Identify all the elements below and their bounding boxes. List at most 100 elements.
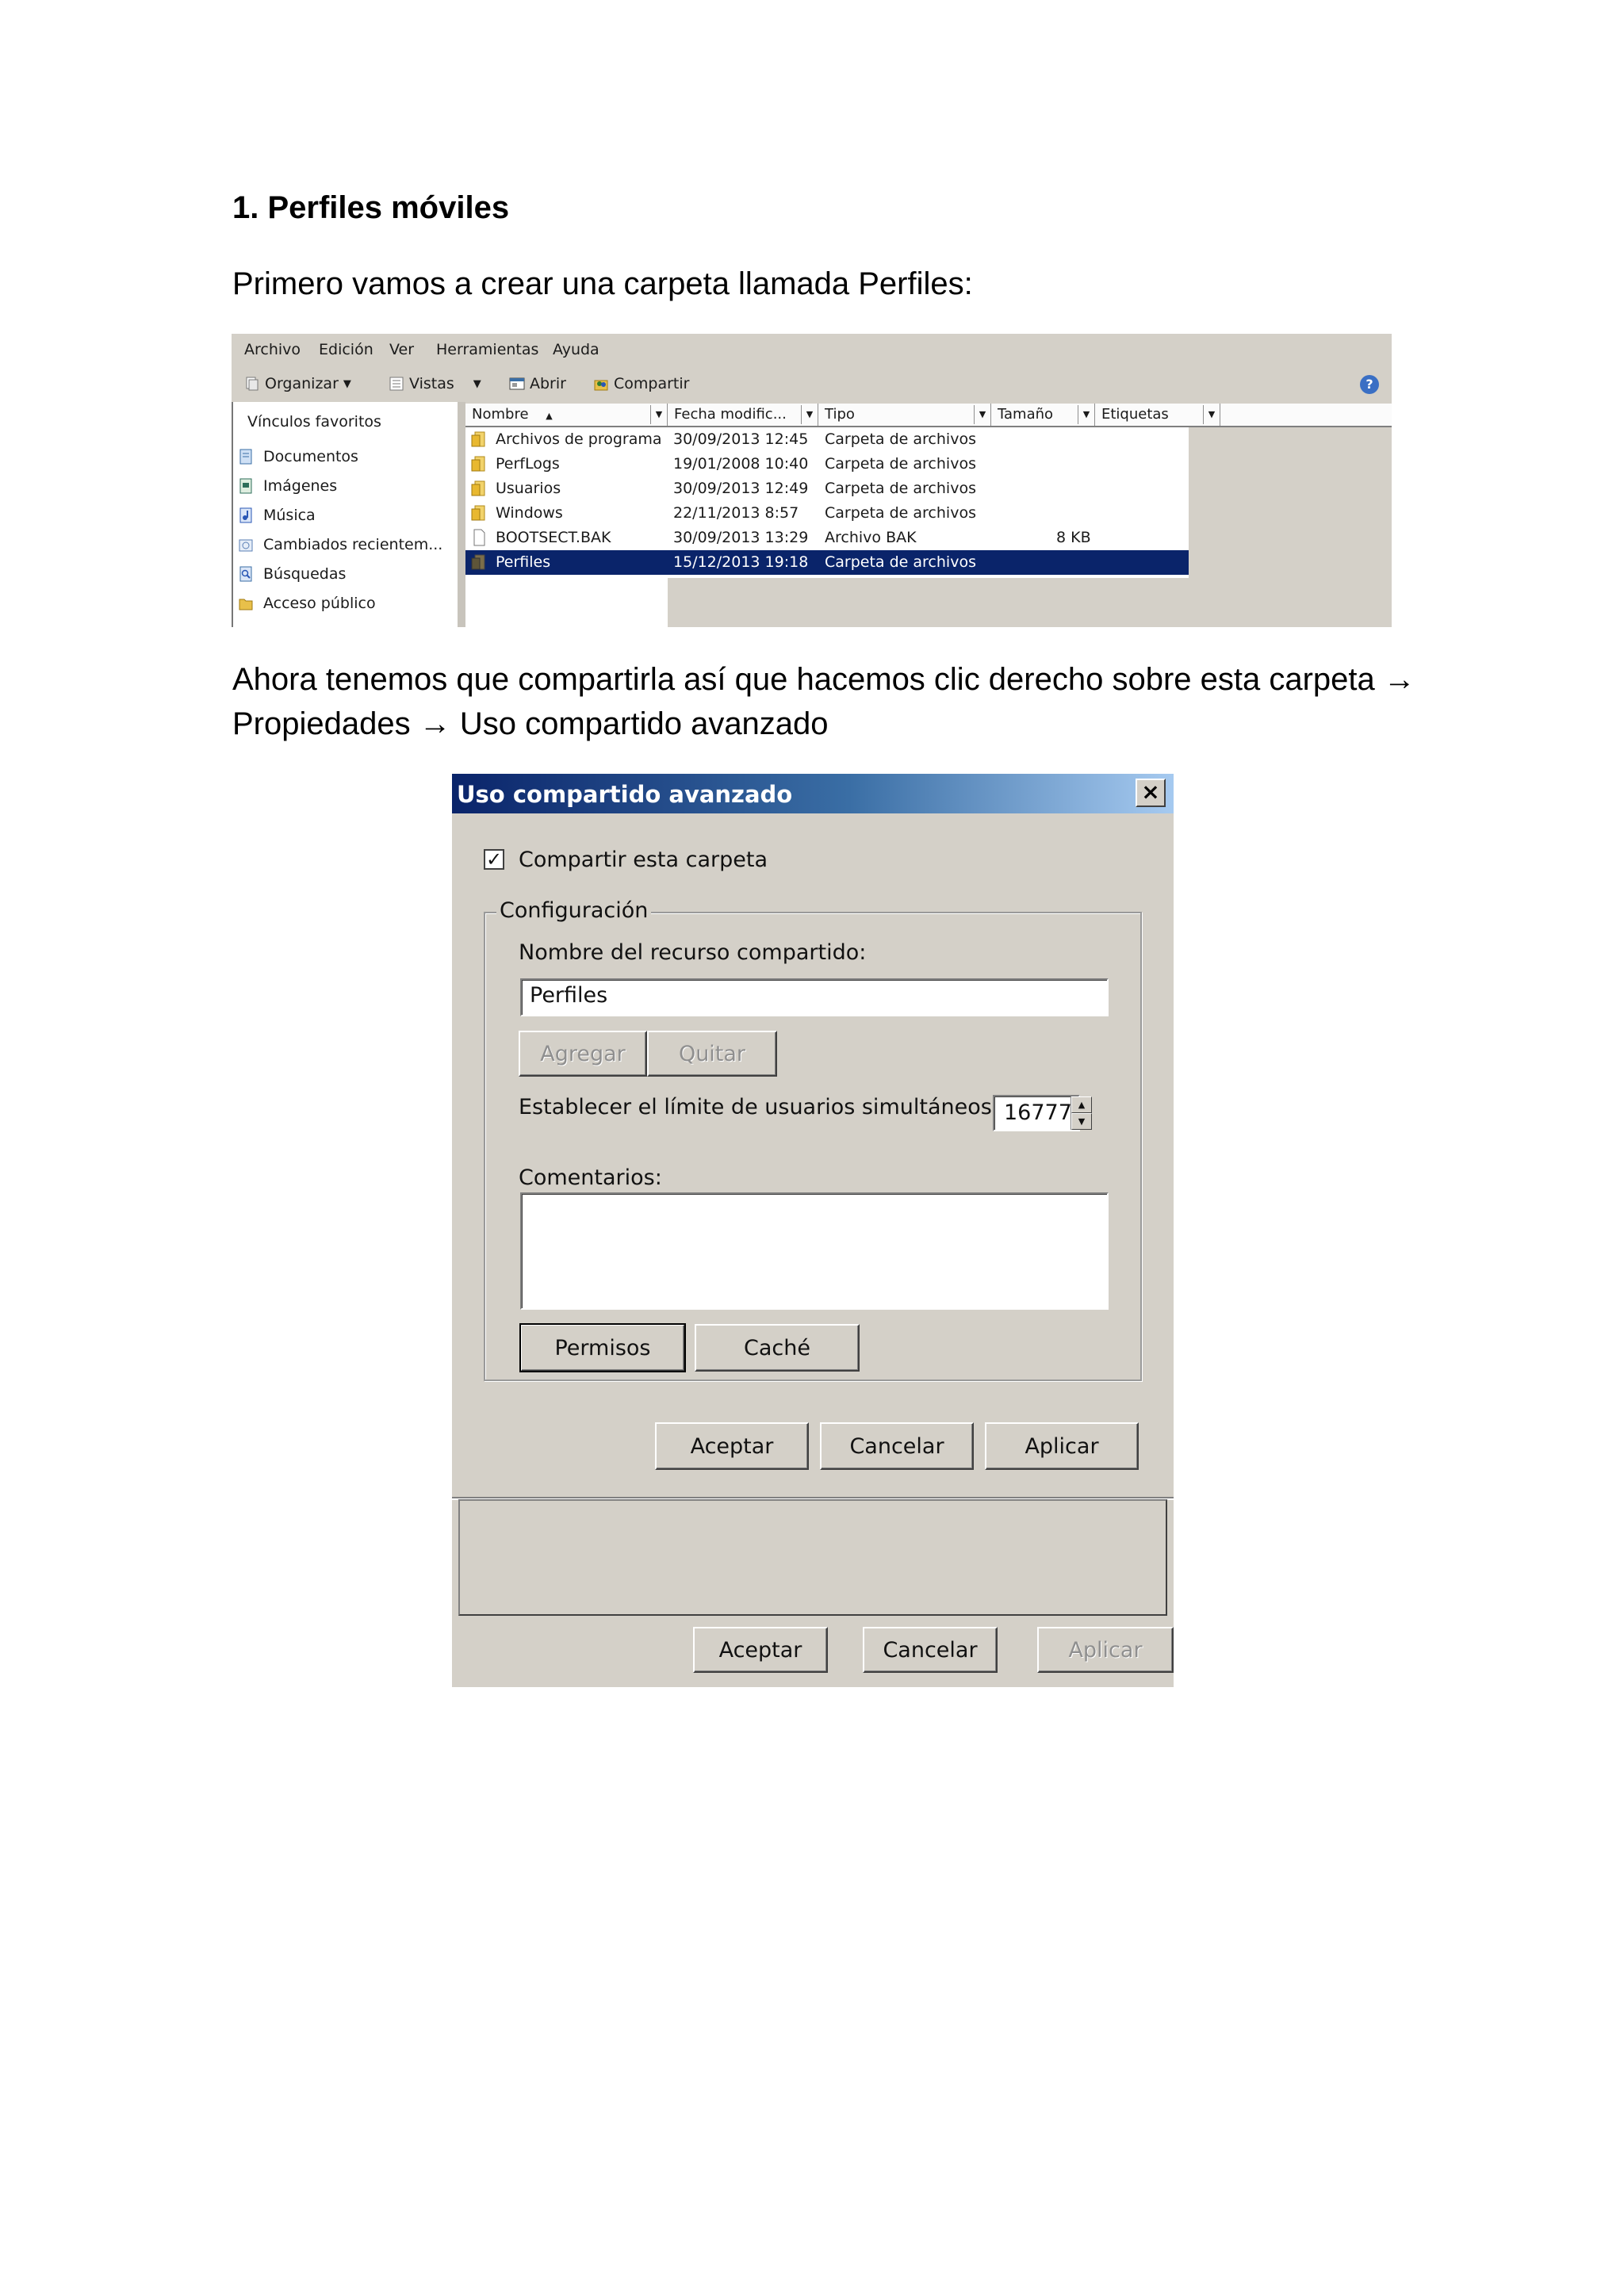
share-name-input[interactable]: Perfiles <box>520 978 1109 1016</box>
file-date: 19/01/2008 10:40 <box>673 455 809 473</box>
file-name: Archivos de programa <box>496 430 662 448</box>
cancel-button[interactable]: Cancelar <box>820 1422 974 1470</box>
permissions-button[interactable]: Permisos <box>519 1323 686 1372</box>
properties-panel <box>458 1499 1167 1616</box>
search-icon <box>239 566 252 582</box>
column-headers: Nombre ▲ ▼ Fecha modific... ▼ Tipo ▼ Tam… <box>465 404 1392 427</box>
remove-button[interactable]: Quitar <box>647 1031 777 1077</box>
share-folder-label: Compartir esta carpeta <box>519 848 768 872</box>
advanced-sharing-dialog: Uso compartido avanzado × ✓ Compartir es… <box>452 774 1174 1687</box>
folder-icon <box>239 599 253 610</box>
file-row[interactable]: PerfLogs 19/01/2008 10:40 Carpeta de arc… <box>465 452 1189 476</box>
user-limit-spinner[interactable]: ▲ ▼ <box>1071 1096 1092 1130</box>
nav-label: Acceso público <box>263 595 376 612</box>
documents-icon <box>239 449 252 465</box>
ok-button[interactable]: Aceptar <box>655 1422 809 1470</box>
user-limit-input[interactable]: 16777 <box>993 1095 1080 1131</box>
file-row[interactable]: Windows 22/11/2013 8:57 Carpeta de archi… <box>465 501 1189 526</box>
spin-up-icon[interactable]: ▲ <box>1071 1096 1092 1113</box>
menu-edicion[interactable]: Edición <box>319 341 373 358</box>
column-nombre[interactable]: Nombre ▲ ▼ <box>465 404 668 426</box>
column-tamano[interactable]: Tamaño ▼ <box>991 404 1095 426</box>
comments-label: Comentarios: <box>519 1165 662 1190</box>
file-name: Usuarios <box>496 480 561 497</box>
window-icon <box>509 377 525 390</box>
file-icon <box>473 529 485 546</box>
menu-ayuda[interactable]: Ayuda <box>553 341 599 358</box>
nav-item-cambiados[interactable]: Cambiados recientem... <box>238 533 442 557</box>
sort-up-icon: ▲ <box>546 411 553 421</box>
parent-cancel-button[interactable]: Cancelar <box>863 1627 998 1673</box>
file-row[interactable]: Archivos de programa 30/09/2013 12:45 Ca… <box>465 427 1189 452</box>
menu-herramientas[interactable]: Herramientas <box>436 341 538 358</box>
close-icon[interactable]: × <box>1136 779 1166 807</box>
chevron-down-icon[interactable]: ▼ <box>974 405 990 424</box>
spin-down-icon[interactable]: ▼ <box>1071 1113 1092 1130</box>
instruction-paragraph: Ahora tenemos que compartirla así que ha… <box>232 662 1415 741</box>
column-label: Nombre <box>472 406 529 423</box>
chevron-down-icon[interactable]: ▼ <box>650 405 667 424</box>
organize-icon <box>246 377 259 391</box>
file-list: Nombre ▲ ▼ Fecha modific... ▼ Tipo ▼ Tam… <box>465 402 1392 627</box>
recent-icon <box>239 539 253 552</box>
add-button[interactable]: Agregar <box>519 1031 647 1077</box>
pictures-icon <box>239 478 252 494</box>
help-icon[interactable]: ? <box>1360 375 1379 394</box>
share-folder-checkbox[interactable]: ✓ <box>484 849 504 870</box>
column-label: Tipo <box>825 406 855 423</box>
dialog-divider <box>452 1497 1174 1498</box>
column-label: Fecha modific... <box>674 406 787 423</box>
organize-button[interactable]: Organizar ▼ <box>244 373 351 394</box>
pane-splitter[interactable] <box>458 402 465 627</box>
nav-label: Imágenes <box>263 477 338 495</box>
share-name-label: Nombre del recurso compartido: <box>519 940 867 965</box>
nav-item-imagenes[interactable]: Imágenes <box>238 474 337 498</box>
file-row-selected[interactable]: Perfiles 15/12/2013 19:18 Carpeta de arc… <box>465 550 1189 575</box>
column-fecha[interactable]: Fecha modific... ▼ <box>668 404 818 426</box>
column-label: Tamaño <box>998 406 1054 423</box>
nav-item-busquedas[interactable]: Búsquedas <box>238 562 346 586</box>
file-row[interactable]: Usuarios 30/09/2013 12:49 Carpeta de arc… <box>465 476 1189 501</box>
dialog-title: Uso compartido avanzado <box>457 781 793 808</box>
file-name: BOOTSECT.BAK <box>496 529 611 546</box>
nav-item-documentos[interactable]: Documentos <box>238 445 358 469</box>
parent-ok-button[interactable]: Aceptar <box>693 1627 828 1673</box>
views-icon <box>389 377 404 391</box>
chevron-down-icon[interactable]: ▼ <box>1078 405 1094 424</box>
parent-apply-button[interactable]: Aplicar <box>1037 1627 1174 1673</box>
share-button[interactable]: Compartir <box>593 373 689 394</box>
music-icon <box>239 507 252 523</box>
folder-icon <box>471 505 485 521</box>
file-type: Carpeta de archivos <box>825 553 976 571</box>
section-heading: 1. Perfiles móviles <box>232 190 510 225</box>
menu-archivo[interactable]: Archivo <box>244 341 301 358</box>
file-type: Carpeta de archivos <box>825 430 976 448</box>
open-button[interactable]: Abrir <box>509 373 566 394</box>
chevron-down-icon[interactable]: ▼ <box>1203 405 1220 424</box>
nav-label: Música <box>263 507 316 524</box>
file-type: Carpeta de archivos <box>825 504 976 522</box>
share-icon <box>594 380 608 391</box>
nav-item-acceso-publico[interactable]: Acceso público <box>238 591 376 615</box>
folder-icon <box>471 431 485 447</box>
nav-label: Documentos <box>263 448 358 465</box>
comments-textarea[interactable] <box>520 1192 1109 1310</box>
file-type: Carpeta de archivos <box>825 455 976 473</box>
views-button[interactable]: Vistas ▼ <box>389 373 481 394</box>
file-date: 30/09/2013 13:29 <box>673 529 809 546</box>
file-row[interactable]: BOOTSECT.BAK 30/09/2013 13:29 Archivo BA… <box>465 526 1189 550</box>
column-tipo[interactable]: Tipo ▼ <box>818 404 991 426</box>
intro-paragraph: Primero vamos a crear una carpeta llamad… <box>232 266 973 301</box>
folder-icon <box>471 480 485 496</box>
cache-button[interactable]: Caché <box>695 1324 860 1372</box>
file-name: Perfiles <box>496 553 551 571</box>
nav-item-musica[interactable]: Música <box>238 503 316 527</box>
chevron-down-icon[interactable]: ▼ <box>801 405 818 424</box>
organize-label: Organizar <box>265 375 339 392</box>
column-etiquetas[interactable]: Etiquetas ▼ <box>1095 404 1220 426</box>
menu-ver[interactable]: Ver <box>389 341 414 358</box>
dialog-titlebar: Uso compartido avanzado × <box>452 774 1174 813</box>
apply-button[interactable]: Aplicar <box>985 1422 1139 1470</box>
file-name: Windows <box>496 504 563 522</box>
share-name-value: Perfiles <box>530 983 608 1008</box>
